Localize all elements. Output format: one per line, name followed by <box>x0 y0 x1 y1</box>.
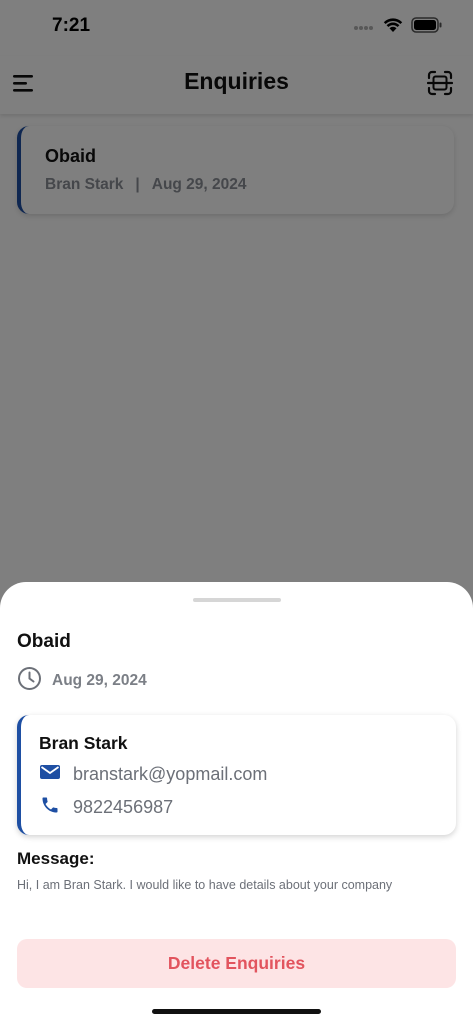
mail-icon <box>39 763 61 786</box>
contact-phone: 9822456987 <box>73 797 174 817</box>
contact-email-row[interactable]: branstark@yopmail.com <box>39 763 267 786</box>
contact-card: Bran Stark branstark@yopmail.com 9822456… <box>17 715 456 835</box>
enquiry-detail-sheet: Obaid Aug 29, 2024 Bran Stark branstark@… <box>0 582 473 1024</box>
detail-name: Obaid <box>17 631 71 652</box>
sheet-drag-handle[interactable] <box>193 598 281 602</box>
phone-icon <box>39 795 61 820</box>
contact-email: branstark@yopmail.com <box>73 764 268 784</box>
detail-date-row: Aug 29, 2024 <box>17 666 147 696</box>
contact-phone-row[interactable]: 9822456987 <box>39 795 173 820</box>
delete-enquiries-button[interactable]: Delete Enquiries <box>17 939 456 988</box>
detail-date: Aug 29, 2024 <box>52 672 147 689</box>
clock-icon <box>17 666 42 696</box>
contact-name: Bran Stark <box>39 733 128 753</box>
home-indicator <box>152 1009 321 1014</box>
message-label: Message: <box>17 849 95 868</box>
message-text: Hi, I am Bran Stark. I would like to hav… <box>17 878 393 892</box>
